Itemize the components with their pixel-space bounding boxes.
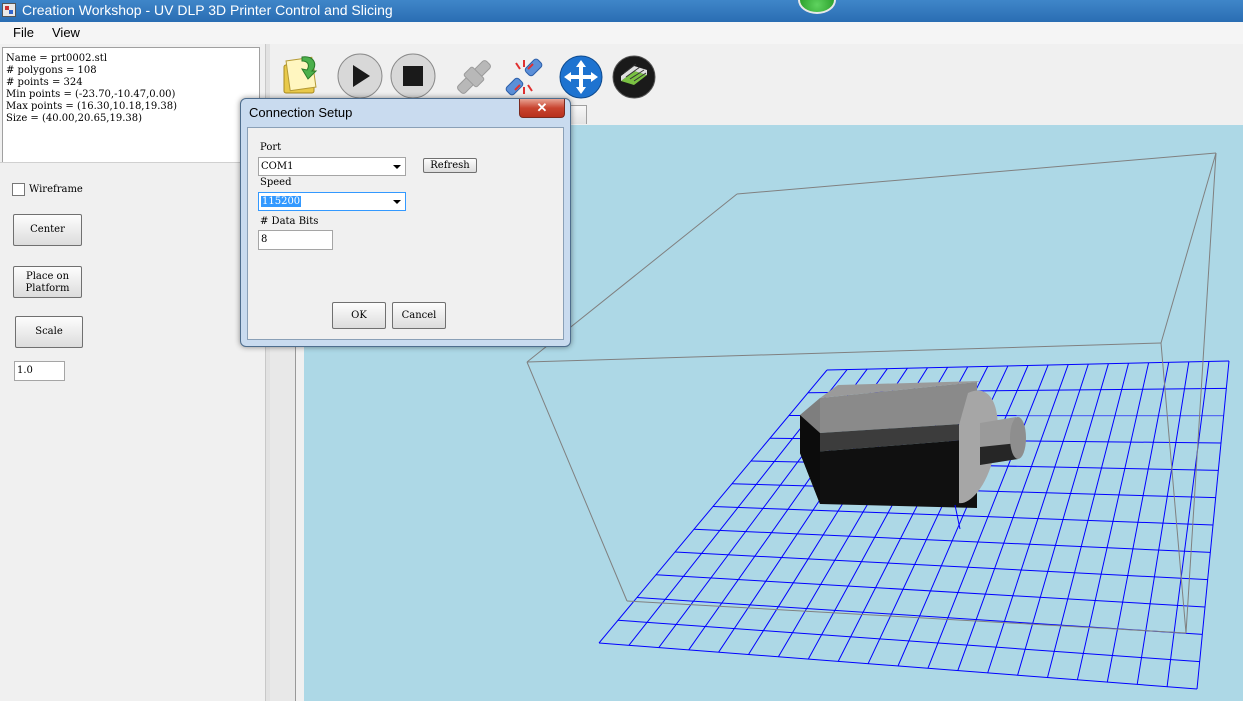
menu-file[interactable]: File — [13, 25, 34, 40]
speed-value: 115200 — [261, 196, 302, 207]
grid-line — [598, 642, 1198, 690]
wireframe-row[interactable]: Wireframe — [12, 183, 83, 196]
grid-line — [826, 360, 1230, 371]
title-bar: Creation Workshop - UV DLP 3D Printer Co… — [0, 0, 1243, 22]
port-select[interactable]: COM1 — [258, 157, 406, 176]
panel-divider — [0, 162, 262, 163]
refresh-button[interactable]: Refresh — [423, 158, 477, 173]
cancel-button-label: Cancel — [401, 310, 437, 321]
model-info-line: # points = 324 — [6, 77, 83, 88]
dialog-title: Connection Setup — [249, 105, 353, 120]
model-info-line: Max points = (16.30,10.18,19.38) — [6, 101, 178, 112]
place-button-line1: Place on — [25, 271, 70, 282]
place-on-platform-button[interactable]: Place on Platform — [13, 266, 82, 298]
stop-button[interactable] — [389, 51, 437, 99]
connect-icon — [457, 60, 491, 94]
volume-edge — [1160, 342, 1187, 634]
slice-button[interactable] — [610, 51, 658, 99]
app-icon[interactable] — [2, 3, 16, 17]
model-info-box: Name = prt0002.stl # polygons = 108 # po… — [2, 47, 260, 163]
volume-edge — [1160, 152, 1217, 344]
open-file-button[interactable] — [278, 51, 326, 99]
model-info-line: Min points = (-23.70,-10.47,0.00) — [6, 89, 176, 100]
model-info-line: # polygons = 108 — [6, 65, 97, 76]
grid-line — [674, 551, 1208, 581]
disconnect-button[interactable] — [500, 51, 548, 99]
stop-icon — [390, 53, 436, 99]
model-info-line: Size = (40.00,20.65,19.38) — [6, 113, 143, 124]
scale-input[interactable]: 1.0 — [14, 361, 65, 381]
status-orb-icon — [798, 0, 836, 14]
dialog-body: Port COM1 Refresh Speed 115200 # Data Bi… — [247, 127, 564, 340]
chevron-down-icon[interactable] — [393, 200, 401, 204]
wireframe-checkbox[interactable] — [12, 183, 25, 196]
volume-edge — [1185, 152, 1217, 634]
wireframe-label: Wireframe — [29, 184, 83, 195]
databits-label: # Data Bits — [260, 216, 319, 227]
cancel-button[interactable]: Cancel — [392, 302, 446, 329]
speed-label: Speed — [260, 177, 292, 188]
ok-button[interactable]: OK — [332, 302, 386, 329]
volume-edge — [526, 342, 1162, 363]
window-title: Creation Workshop - UV DLP 3D Printer Co… — [22, 2, 393, 18]
volume-edge — [736, 152, 1217, 195]
play-button[interactable] — [336, 51, 384, 99]
grid-line — [655, 574, 1206, 608]
play-icon — [337, 53, 383, 99]
ok-button-label: OK — [351, 310, 367, 321]
chevron-down-icon[interactable] — [393, 165, 401, 169]
grid-line — [693, 528, 1211, 553]
left-panel: Name = prt0002.stl # polygons = 108 # po… — [0, 44, 266, 701]
scale-button-label: Scale — [35, 326, 63, 337]
scale-button[interactable]: Scale — [15, 316, 83, 348]
open-file-icon — [283, 56, 318, 94]
grid-line — [617, 619, 1200, 663]
grid-line — [712, 506, 1214, 526]
center-button[interactable]: Center — [13, 214, 82, 246]
speed-select[interactable]: 115200 — [258, 192, 406, 211]
volume-edge — [626, 600, 1187, 634]
volume-edge — [526, 361, 628, 602]
toolbar — [270, 46, 1243, 104]
port-value: COM1 — [261, 161, 294, 172]
slice-icon — [612, 55, 656, 99]
menu-bar: File View — [0, 22, 1243, 44]
menu-view[interactable]: View — [52, 25, 80, 40]
move-button[interactable] — [557, 51, 605, 99]
databits-input[interactable]: 8 — [258, 230, 333, 250]
close-icon[interactable]: ✕ — [519, 99, 565, 118]
move-icon — [559, 55, 603, 99]
port-label: Port — [260, 142, 282, 153]
disconnect-icon — [505, 58, 543, 96]
connection-setup-dialog: Connection Setup ✕ Port COM1 Refresh Spe… — [240, 98, 571, 347]
place-button-line2: Platform — [25, 283, 70, 294]
center-button-label: Center — [30, 224, 65, 235]
refresh-button-label: Refresh — [430, 160, 470, 171]
model-info-line: Name = prt0002.stl — [6, 53, 108, 64]
connect-button[interactable] — [450, 51, 498, 99]
